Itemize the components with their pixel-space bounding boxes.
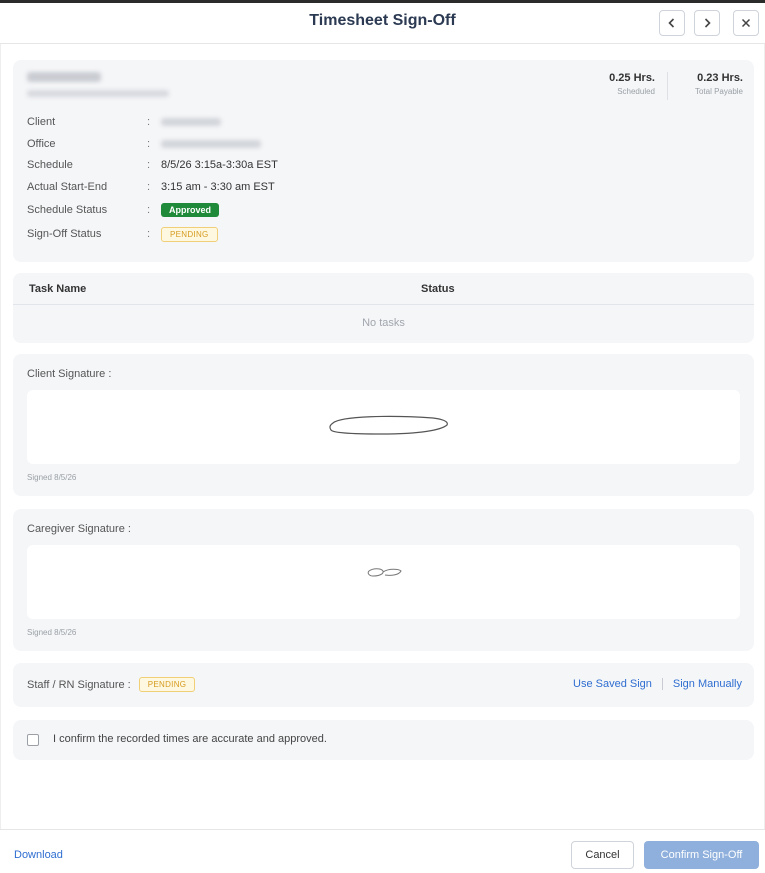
use-saved-sign-link[interactable]: Use Saved Sign xyxy=(573,678,652,690)
client-signature-label: Client Signature : xyxy=(27,368,112,380)
confirm-signoff-button[interactable]: Confirm Sign-Off xyxy=(644,841,759,869)
close-icon xyxy=(741,18,751,28)
payable-hours-label: Total Payable xyxy=(694,87,743,96)
caregiver-subtitle-redacted xyxy=(27,90,169,97)
actual-time-label: Actual Start-End xyxy=(27,181,108,193)
office-row: Office : xyxy=(27,136,261,152)
confirm-checkbox[interactable] xyxy=(27,734,39,746)
actual-time-row: Actual Start-End : 3:15 am - 3:30 am EST xyxy=(27,181,275,193)
caregiver-signature-image xyxy=(339,551,427,611)
modal-title: Timesheet Sign-Off xyxy=(309,12,456,29)
scheduled-hours: 0.25 Hrs. Scheduled xyxy=(591,72,655,96)
modal-header: Timesheet Sign-Off xyxy=(0,0,765,44)
confirmation-card: I confirm the recorded times are accurat… xyxy=(13,720,754,760)
office-value-redacted xyxy=(161,140,261,148)
shift-info-card: 0.25 Hrs. Scheduled 0.23 Hrs. Total Paya… xyxy=(13,60,754,262)
task-table: Task Name Status No tasks xyxy=(13,273,754,343)
caregiver-signature-label: Caregiver Signature : xyxy=(27,523,131,535)
schedule-value: 8/5/26 3:15a-3:30a EST xyxy=(161,159,278,171)
client-signature-image xyxy=(301,396,465,456)
client-value-redacted xyxy=(161,118,221,126)
schedule-row: Schedule : 8/5/26 3:15a-3:30a EST xyxy=(27,159,278,171)
task-name-column-header: Task Name xyxy=(29,283,87,295)
staff-pending-badge: PENDING xyxy=(138,677,196,692)
next-button[interactable] xyxy=(694,10,720,36)
hours-divider xyxy=(667,72,668,100)
staff-signature-label-group: Staff / RN Signature : PENDING xyxy=(27,677,196,692)
client-signature-card: Client Signature : Signed 8/5/26 xyxy=(13,354,754,496)
payable-hours-value: 0.23 Hrs. xyxy=(697,72,743,84)
previous-button[interactable] xyxy=(659,10,685,36)
client-signed-date: Signed 8/5/26 xyxy=(27,473,77,482)
signoff-status-label: Sign-Off Status xyxy=(27,228,102,240)
approved-badge: Approved xyxy=(161,203,220,217)
scheduled-hours-label: Scheduled xyxy=(617,87,655,96)
payable-hours: 0.23 Hrs. Total Payable xyxy=(677,72,743,96)
status-column-header: Status xyxy=(421,283,455,295)
sign-manually-link[interactable]: Sign Manually xyxy=(673,678,742,690)
client-row: Client : xyxy=(27,114,221,130)
close-button[interactable] xyxy=(733,10,759,36)
schedule-status-label: Schedule Status xyxy=(27,204,108,216)
link-divider xyxy=(661,678,663,690)
schedule-status-row: Schedule Status : Approved xyxy=(27,202,220,218)
cancel-button[interactable]: Cancel xyxy=(571,841,634,869)
modal-body: 0.25 Hrs. Scheduled 0.23 Hrs. Total Paya… xyxy=(0,44,765,829)
caregiver-signed-date: Signed 8/5/26 xyxy=(27,628,77,637)
caregiver-signature-card: Caregiver Signature : Signed 8/5/26 xyxy=(13,509,754,651)
signoff-pending-badge: PENDING xyxy=(161,226,218,242)
caregiver-name-redacted xyxy=(27,72,101,82)
chevron-left-icon xyxy=(668,18,675,28)
chevron-right-icon xyxy=(704,18,711,28)
office-label: Office xyxy=(27,138,56,150)
modal-footer: Download Cancel Confirm Sign-Off xyxy=(0,829,765,873)
confirm-text: I confirm the recorded times are accurat… xyxy=(53,733,327,745)
staff-signature-card: Staff / RN Signature : PENDING Use Saved… xyxy=(13,663,754,707)
staff-signature-actions: Use Saved Sign Sign Manually xyxy=(573,678,742,690)
client-label: Client xyxy=(27,116,56,128)
schedule-label: Schedule xyxy=(27,159,73,171)
download-link[interactable]: Download xyxy=(14,849,63,861)
signoff-status-row: Sign-Off Status : PENDING xyxy=(27,226,218,242)
staff-signature-label: Staff / RN Signature : xyxy=(27,678,131,691)
task-table-header: Task Name Status xyxy=(13,273,754,305)
actual-time-value: 3:15 am - 3:30 am EST xyxy=(161,181,275,193)
client-signature-box xyxy=(27,390,740,464)
no-tasks-message: No tasks xyxy=(362,317,405,329)
caregiver-signature-box xyxy=(27,545,740,619)
scheduled-hours-value: 0.25 Hrs. xyxy=(609,72,655,84)
